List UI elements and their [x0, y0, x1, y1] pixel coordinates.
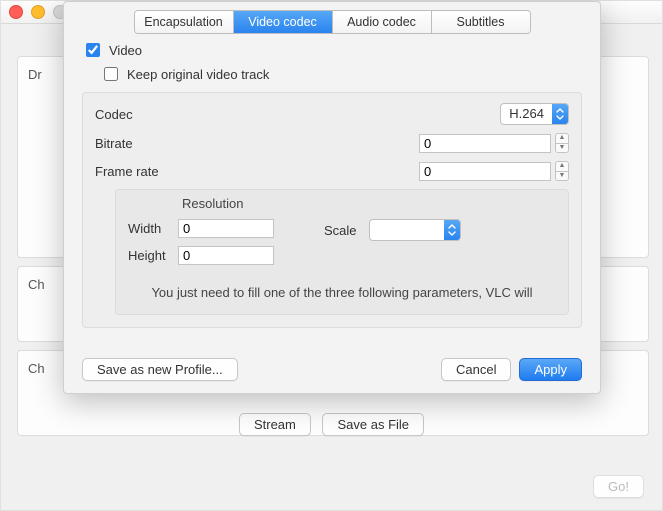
- chevron-down-icon[interactable]: ▼: [556, 144, 568, 153]
- bg-box-1-label: Dr: [28, 67, 42, 82]
- tab-audio-codec[interactable]: Audio codec: [333, 11, 432, 33]
- tab-encapsulation[interactable]: Encapsulation: [135, 11, 234, 33]
- bitrate-row: Bitrate ▲ ▼: [95, 133, 569, 153]
- video-codec-panel: Video Keep original video track Codec H.…: [78, 40, 586, 328]
- save-as-file-button[interactable]: Save as File: [322, 413, 424, 436]
- resolution-box: Resolution Width Height: [115, 189, 569, 315]
- width-row: Width: [128, 219, 274, 238]
- traffic-lights: [9, 5, 67, 19]
- codec-select[interactable]: H.264: [500, 103, 569, 125]
- cancel-button[interactable]: Cancel: [441, 358, 511, 381]
- resolution-hint: You just need to fill one of the three f…: [128, 285, 556, 300]
- frame-rate-label: Frame rate: [95, 164, 185, 179]
- tabs: Encapsulation Video codec Audio codec Su…: [134, 10, 531, 34]
- go-button: Go!: [593, 475, 644, 498]
- frame-rate-stepper[interactable]: ▲ ▼: [555, 161, 569, 181]
- save-profile-button[interactable]: Save as new Profile...: [82, 358, 238, 381]
- keep-original-checkbox[interactable]: [104, 67, 118, 81]
- frame-rate-row: Frame rate ▲ ▼: [95, 161, 569, 181]
- stream-button[interactable]: Stream: [239, 413, 311, 436]
- scale-select[interactable]: [369, 219, 461, 241]
- video-checkbox-label: Video: [109, 43, 142, 58]
- sheet-footer: Save as new Profile... Cancel Apply: [78, 358, 586, 381]
- bitrate-stepper[interactable]: ▲ ▼: [555, 133, 569, 153]
- bitrate-input[interactable]: [419, 134, 551, 153]
- keep-original-label: Keep original video track: [127, 67, 269, 82]
- codec-settings-box: Codec H.264 Bitrate ▲ ▼: [82, 92, 582, 328]
- chevron-up-icon[interactable]: ▲: [556, 134, 568, 144]
- scale-label: Scale: [324, 223, 369, 238]
- keep-original-checkbox-row[interactable]: Keep original video track: [100, 64, 586, 84]
- minimize-icon[interactable]: [31, 5, 45, 19]
- close-icon[interactable]: [9, 5, 23, 19]
- width-input[interactable]: [178, 219, 274, 238]
- bg-box-2-label: Ch: [28, 277, 45, 292]
- bitrate-label: Bitrate: [95, 136, 185, 151]
- height-label: Height: [128, 248, 178, 263]
- video-checkbox[interactable]: [86, 43, 100, 57]
- height-row: Height: [128, 246, 274, 265]
- resolution-title: Resolution: [182, 196, 556, 211]
- bg-box-3-label: Ch: [28, 361, 45, 376]
- chevron-updown-icon: [444, 220, 460, 240]
- tab-subtitles[interactable]: Subtitles: [432, 11, 530, 33]
- chevron-up-icon[interactable]: ▲: [556, 162, 568, 172]
- codec-label: Codec: [95, 107, 185, 122]
- height-input[interactable]: [178, 246, 274, 265]
- profile-sheet: Encapsulation Video codec Audio codec Su…: [63, 1, 601, 394]
- codec-row: Codec H.264: [95, 103, 569, 125]
- apply-button[interactable]: Apply: [519, 358, 582, 381]
- scale-row: Scale: [324, 219, 461, 241]
- video-checkbox-row[interactable]: Video: [82, 40, 586, 60]
- scale-value: [370, 220, 444, 240]
- frame-rate-input[interactable]: [419, 162, 551, 181]
- tab-video-codec[interactable]: Video codec: [234, 11, 333, 33]
- window-root: Convert & Stream Dr Ch Ch Stream Save as…: [0, 0, 663, 511]
- chevron-down-icon[interactable]: ▼: [556, 172, 568, 181]
- width-label: Width: [128, 221, 178, 236]
- codec-value: H.264: [501, 104, 552, 124]
- background-buttons: Stream Save as File: [1, 413, 662, 436]
- chevron-updown-icon: [552, 104, 568, 124]
